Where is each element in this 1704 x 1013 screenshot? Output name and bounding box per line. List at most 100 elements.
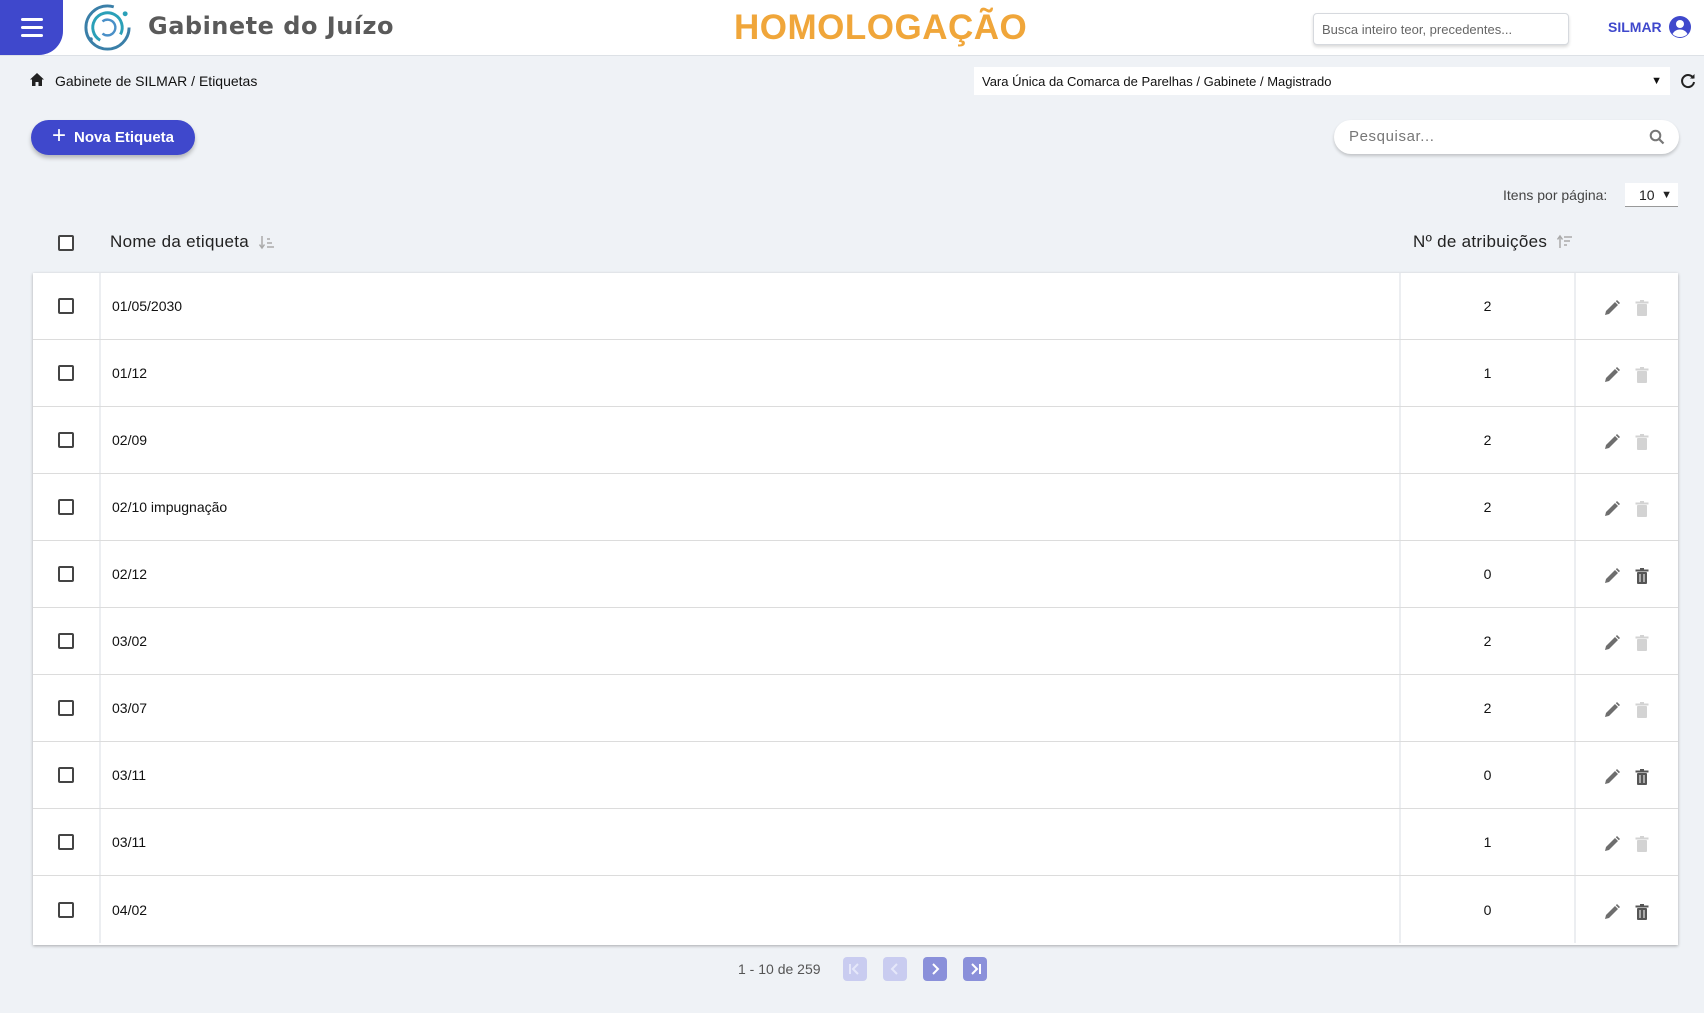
chevron-left-icon bbox=[890, 963, 898, 975]
assignment-count: 0 bbox=[1401, 876, 1576, 943]
trash-icon bbox=[1635, 367, 1649, 383]
unit-select-value: Vara Única da Comarca de Parelhas / Gabi… bbox=[982, 73, 1332, 89]
trash-icon bbox=[1635, 635, 1649, 651]
labels-table: 01/05/2030 2 01/12 1 02/09 2 02/10 impug… bbox=[33, 273, 1678, 945]
trash-icon bbox=[1635, 434, 1649, 450]
table-row: 03/02 2 bbox=[33, 608, 1678, 675]
assignment-count: 2 bbox=[1401, 407, 1576, 473]
row-checkbox[interactable] bbox=[58, 365, 74, 381]
pagination: 1 - 10 de 259 bbox=[738, 957, 987, 981]
pencil-icon[interactable] bbox=[1603, 768, 1621, 786]
column-header-name[interactable]: Nome da etiqueta bbox=[110, 232, 275, 252]
chevron-down-icon: ▼ bbox=[1651, 75, 1662, 87]
label-name: 03/02 bbox=[101, 608, 1401, 674]
table-row: 01/05/2030 2 bbox=[33, 273, 1678, 340]
label-name: 04/02 bbox=[101, 876, 1401, 943]
search-icon[interactable] bbox=[1649, 129, 1665, 145]
label-name: 03/07 bbox=[101, 675, 1401, 741]
pencil-icon[interactable] bbox=[1603, 634, 1621, 652]
menu-button[interactable] bbox=[0, 0, 63, 55]
unit-select[interactable]: Vara Única da Comarca de Parelhas / Gabi… bbox=[974, 67, 1670, 95]
table-row: 04/02 0 bbox=[33, 876, 1678, 943]
pencil-icon[interactable] bbox=[1603, 903, 1621, 921]
select-all-checkbox[interactable] bbox=[58, 235, 74, 251]
app-title: Gabinete do Juízo bbox=[148, 12, 394, 40]
table-row: 02/10 impugnação 2 bbox=[33, 474, 1678, 541]
assignment-count: 2 bbox=[1401, 675, 1576, 741]
label-name: 02/09 bbox=[101, 407, 1401, 473]
label-name: 01/12 bbox=[101, 340, 1401, 406]
table-row: 02/09 2 bbox=[33, 407, 1678, 474]
home-icon[interactable] bbox=[29, 72, 45, 87]
first-page-button[interactable] bbox=[842, 957, 867, 981]
label-search[interactable] bbox=[1334, 120, 1679, 154]
label-name: 02/12 bbox=[101, 541, 1401, 607]
user-name[interactable]: SILMAR bbox=[1608, 19, 1662, 35]
pencil-icon[interactable] bbox=[1603, 500, 1621, 518]
row-checkbox[interactable] bbox=[58, 499, 74, 515]
trash-icon[interactable] bbox=[1633, 903, 1651, 921]
row-checkbox[interactable] bbox=[58, 566, 74, 582]
assignment-count: 2 bbox=[1401, 474, 1576, 540]
global-search-input[interactable] bbox=[1313, 13, 1569, 45]
label-name: 03/11 bbox=[101, 809, 1401, 875]
pencil-icon[interactable] bbox=[1603, 835, 1621, 853]
column-header-name-label: Nome da etiqueta bbox=[110, 232, 249, 251]
breadcrumb: Gabinete de SILMAR / Etiquetas bbox=[55, 73, 258, 89]
label-name: 02/10 impugnação bbox=[101, 474, 1401, 540]
next-page-button[interactable] bbox=[922, 957, 947, 981]
assignment-count: 1 bbox=[1401, 809, 1576, 875]
assignment-count: 0 bbox=[1401, 742, 1576, 808]
last-page-button[interactable] bbox=[962, 957, 987, 981]
trash-icon bbox=[1635, 501, 1649, 517]
row-checkbox[interactable] bbox=[58, 432, 74, 448]
plus-icon: + bbox=[51, 122, 66, 149]
trash-icon[interactable] bbox=[1633, 567, 1651, 585]
pencil-icon[interactable] bbox=[1603, 433, 1621, 451]
assignment-count: 2 bbox=[1401, 273, 1576, 339]
row-checkbox[interactable] bbox=[58, 834, 74, 850]
sort-ascending-icon[interactable] bbox=[259, 234, 275, 250]
row-checkbox[interactable] bbox=[58, 767, 74, 783]
items-per-page-select[interactable]: 10 ▼ bbox=[1625, 183, 1678, 207]
column-header-count[interactable]: Nº de atribuições bbox=[1413, 232, 1573, 252]
trash-icon bbox=[1635, 836, 1649, 852]
table-row: 03/07 2 bbox=[33, 675, 1678, 742]
label-search-input[interactable] bbox=[1349, 128, 1629, 145]
table-row: 02/12 0 bbox=[33, 541, 1678, 608]
environment-banner: HOMOLOGAÇÃO bbox=[734, 8, 1028, 47]
new-label-button[interactable]: + Nova Etiqueta bbox=[31, 120, 195, 155]
top-bar: Gabinete do Juízo HOMOLOGAÇÃO SILMAR bbox=[0, 0, 1704, 56]
assignment-count: 0 bbox=[1401, 541, 1576, 607]
column-header-count-label: Nº de atribuições bbox=[1413, 232, 1548, 251]
items-per-page-value: 10 bbox=[1639, 186, 1655, 203]
row-checkbox[interactable] bbox=[58, 700, 74, 716]
refresh-icon[interactable] bbox=[1680, 73, 1696, 89]
pencil-icon[interactable] bbox=[1603, 701, 1621, 719]
app-logo bbox=[84, 4, 131, 51]
assignment-count: 1 bbox=[1401, 340, 1576, 406]
pagination-range: 1 - 10 de 259 bbox=[738, 961, 821, 977]
items-per-page-label: Itens por página: bbox=[1503, 187, 1608, 203]
trash-icon bbox=[1635, 300, 1649, 316]
pencil-icon[interactable] bbox=[1603, 567, 1621, 585]
new-label-button-text: Nova Etiqueta bbox=[73, 129, 175, 146]
label-name: 03/11 bbox=[101, 742, 1401, 808]
row-checkbox[interactable] bbox=[58, 298, 74, 314]
chevron-right-icon bbox=[931, 963, 939, 975]
table-row: 03/11 1 bbox=[33, 809, 1678, 876]
sort-descending-icon[interactable] bbox=[1557, 234, 1573, 250]
chevron-down-icon: ▼ bbox=[1661, 188, 1672, 201]
row-checkbox[interactable] bbox=[58, 633, 74, 649]
label-name: 01/05/2030 bbox=[101, 273, 1401, 339]
pencil-icon[interactable] bbox=[1603, 299, 1621, 317]
table-row: 03/11 0 bbox=[33, 742, 1678, 809]
last-page-icon bbox=[970, 963, 981, 975]
pencil-icon[interactable] bbox=[1603, 366, 1621, 384]
account-circle-icon[interactable] bbox=[1668, 15, 1692, 39]
row-checkbox[interactable] bbox=[58, 901, 74, 918]
previous-page-button[interactable] bbox=[882, 957, 907, 981]
trash-icon[interactable] bbox=[1633, 768, 1651, 786]
hamburger-icon bbox=[20, 18, 43, 21]
table-row: 01/12 1 bbox=[33, 340, 1678, 407]
